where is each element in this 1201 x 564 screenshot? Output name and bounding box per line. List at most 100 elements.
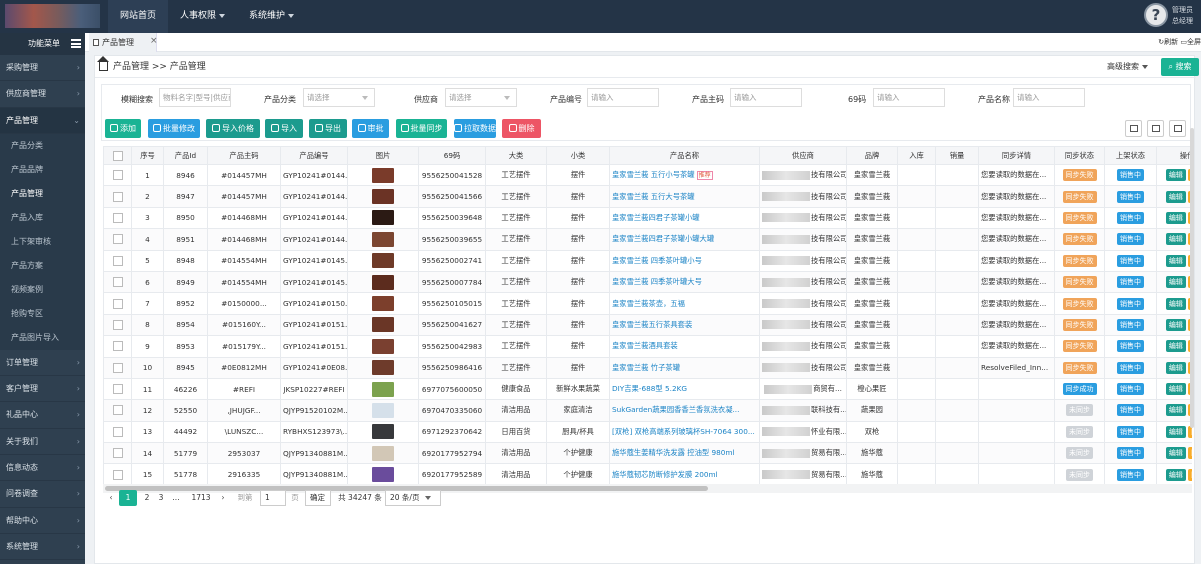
product-name-link[interactable]: 皇家雪兰莪四君子茶罐小罐大罐 xyxy=(609,228,760,251)
edit-button[interactable]: 编辑 xyxy=(1165,211,1186,224)
table-row[interactable]: 7 8952 #0150000... GYP10241#0150... 95562501… xyxy=(103,292,1192,315)
print-icon[interactable] xyxy=(1169,120,1186,137)
nav-system[interactable]: 系统维护 xyxy=(237,0,306,33)
per-page-select[interactable]: 20 条/页 xyxy=(385,490,441,506)
table-row[interactable]: 14 51779 2953037 QJYP91340881M... 6920177952… xyxy=(103,442,1192,465)
table-row[interactable]: 3 8950 #014468MH GYP10241#0144... 9556250039… xyxy=(103,206,1192,230)
toolbar-button-3[interactable]: 导入 xyxy=(265,119,303,138)
row-checkbox[interactable] xyxy=(112,426,123,437)
fullscreen-button[interactable]: 全屏 xyxy=(1187,38,1201,46)
row-select-cell[interactable] xyxy=(103,420,132,444)
product-name-link[interactable]: 皇家雪兰莪 五行大号茶罐 xyxy=(609,185,760,208)
toolbar-button-1[interactable]: 批量修改 xyxy=(148,119,200,138)
sidebar-item-5[interactable]: 产品方案 xyxy=(0,253,85,278)
edit-button[interactable]: 编辑 xyxy=(1165,447,1186,460)
page-4[interactable]: 1713 xyxy=(187,490,215,506)
row-checkbox[interactable] xyxy=(112,255,123,266)
sidebar-menu-a6[interactable]: 帮助中心 › xyxy=(0,508,85,534)
column-header-0[interactable] xyxy=(103,146,132,165)
row-checkbox[interactable] xyxy=(112,170,123,181)
row-checkbox[interactable] xyxy=(112,362,123,373)
sidebar-item-2[interactable]: 产品管理 xyxy=(0,181,85,206)
row-checkbox[interactable] xyxy=(112,405,123,416)
sidebar-item-6[interactable]: 视频案例 xyxy=(0,277,85,302)
product-name-link[interactable]: 皇家雪兰莪五行茶具套装 xyxy=(609,313,760,337)
sidebar-menu-a7[interactable]: 系统管理 › xyxy=(0,534,85,561)
edit-button[interactable]: 编辑 xyxy=(1165,361,1186,374)
table-row[interactable]: 13 44492 \LUNSZC... RYBHXS123973\... 6971292… xyxy=(103,420,1192,444)
edit-button[interactable]: 编辑 xyxy=(1165,383,1186,396)
table-row[interactable]: 5 8948 #014554MH GYP10241#0145... 9556250002… xyxy=(103,249,1192,272)
page-input[interactable]: 1 xyxy=(260,490,286,506)
user-info[interactable]: 管理员 总经理 xyxy=(1172,5,1193,27)
filter-input-3[interactable]: 请输入 xyxy=(587,88,659,107)
prev-page-icon[interactable]: ‹ xyxy=(105,490,117,506)
row-select-cell[interactable] xyxy=(103,442,132,465)
row-checkbox[interactable] xyxy=(112,319,123,330)
sidebar-menu-a1[interactable]: 客户管理 › xyxy=(0,376,85,403)
row-checkbox[interactable] xyxy=(112,341,123,352)
filter-input-6[interactable]: 请输入 xyxy=(1013,88,1085,107)
row-select-cell[interactable] xyxy=(103,228,132,251)
product-name-link[interactable]: 皇家雪兰莪 四季茶叶罐大号 xyxy=(609,270,760,294)
product-name-link[interactable]: 皇家雪兰莪四君子茶罐小罐 xyxy=(609,206,760,230)
row-select-cell[interactable] xyxy=(103,206,132,230)
product-name-link[interactable]: 皇家雪兰莪茶壶，五福 xyxy=(609,292,760,315)
sidebar-menu-a3[interactable]: 关于我们 › xyxy=(0,429,85,456)
home-icon[interactable] xyxy=(97,56,109,71)
sidebar-menu-product[interactable]: 产品管理 ⌄ xyxy=(0,107,85,134)
product-name-link[interactable]: 皇家雪兰莪 四季茶叶罐小号 xyxy=(609,249,760,272)
vertical-scrollbar[interactable] xyxy=(1190,128,1194,428)
product-name-link[interactable]: 施华蔻韧芯防断修护发膜 200ml xyxy=(609,463,760,484)
table-row[interactable]: 9 8953 #015179Y... GYP10241#0151... 95562500… xyxy=(103,335,1192,358)
export-icon[interactable] xyxy=(1147,120,1164,137)
row-select-cell[interactable] xyxy=(103,292,132,315)
sync-button[interactable]: 同步 xyxy=(1188,468,1192,481)
product-name-link[interactable]: 皇家雪兰莪 五行小号茶罐 推荐 xyxy=(609,163,760,187)
toolbar-button-5[interactable]: 审批 xyxy=(352,119,389,138)
edit-button[interactable]: 编辑 xyxy=(1165,190,1186,203)
sidebar-item-7[interactable]: 抢购专区 xyxy=(0,301,85,326)
page-1[interactable]: 2 xyxy=(141,490,153,506)
sidebar-menu-a5[interactable]: 问卷调查 › xyxy=(0,481,85,508)
columns-icon[interactable] xyxy=(1125,120,1142,137)
row-checkbox[interactable] xyxy=(112,191,123,202)
table-row[interactable]: 4 8951 #014468MH GYP10241#0144... 9556250039… xyxy=(103,228,1192,251)
sidebar-menu-a4[interactable]: 信息动态 › xyxy=(0,455,85,482)
menu-toggle-icon[interactable] xyxy=(71,39,81,48)
toolbar-button-8[interactable]: 删除 xyxy=(502,119,541,138)
edit-button[interactable]: 编辑 xyxy=(1165,169,1186,182)
product-name-link[interactable]: 施华蔻生姜精华洗发露 控油型 980ml xyxy=(609,442,760,465)
filter-input-1[interactable]: 请选择 xyxy=(303,88,375,107)
table-row[interactable]: 8 8954 #015160Y... GYP10241#0151... 95562500… xyxy=(103,313,1192,337)
row-select-cell[interactable] xyxy=(103,335,132,358)
sidebar-menu-a0[interactable]: 订单管理 › xyxy=(0,350,85,377)
edit-button[interactable]: 编辑 xyxy=(1165,276,1186,289)
edit-button[interactable]: 编辑 xyxy=(1165,297,1186,310)
row-select-cell[interactable] xyxy=(103,463,132,484)
sidebar-menu-1[interactable]: 供应商管理 › xyxy=(0,81,85,108)
sync-button[interactable]: 同步 xyxy=(1188,447,1192,460)
toolbar-button-2[interactable]: 导入价格 xyxy=(206,119,260,138)
select-all-checkbox[interactable] xyxy=(112,150,123,161)
row-checkbox[interactable] xyxy=(112,277,123,288)
toolbar-button-4[interactable]: 导出 xyxy=(309,119,347,138)
product-name-link[interactable]: SukGarden蔬果园香香兰香氛洗衣凝... xyxy=(609,399,760,422)
page-2[interactable]: 3 xyxy=(155,490,167,506)
product-name-link[interactable]: 皇家雪兰莪 竹子茶罐 xyxy=(609,356,760,379)
close-icon[interactable]: × xyxy=(150,32,158,51)
row-select-cell[interactable] xyxy=(103,356,132,379)
filter-input-2[interactable]: 请选择 xyxy=(445,88,517,107)
edit-button[interactable]: 编辑 xyxy=(1165,254,1186,267)
toolbar-button-6[interactable]: 批量同步 xyxy=(396,119,447,138)
edit-button[interactable]: 编辑 xyxy=(1165,340,1186,353)
sidebar-menu-0[interactable]: 采购管理 › xyxy=(0,55,85,82)
sidebar-item-4[interactable]: 上下架审核 xyxy=(0,229,85,254)
page-0[interactable]: 1 xyxy=(119,490,137,506)
tab-product-management[interactable]: 产品管理 × xyxy=(89,32,158,52)
row-checkbox[interactable] xyxy=(112,212,123,223)
table-row[interactable]: 11 46226 #REFI JKSP10227#REFI 6977075600050 健… xyxy=(103,377,1192,401)
sidebar-item-1[interactable]: 产品品牌 xyxy=(0,157,85,182)
row-checkbox[interactable] xyxy=(112,234,123,245)
confirm-button[interactable]: 确定 xyxy=(305,490,331,506)
